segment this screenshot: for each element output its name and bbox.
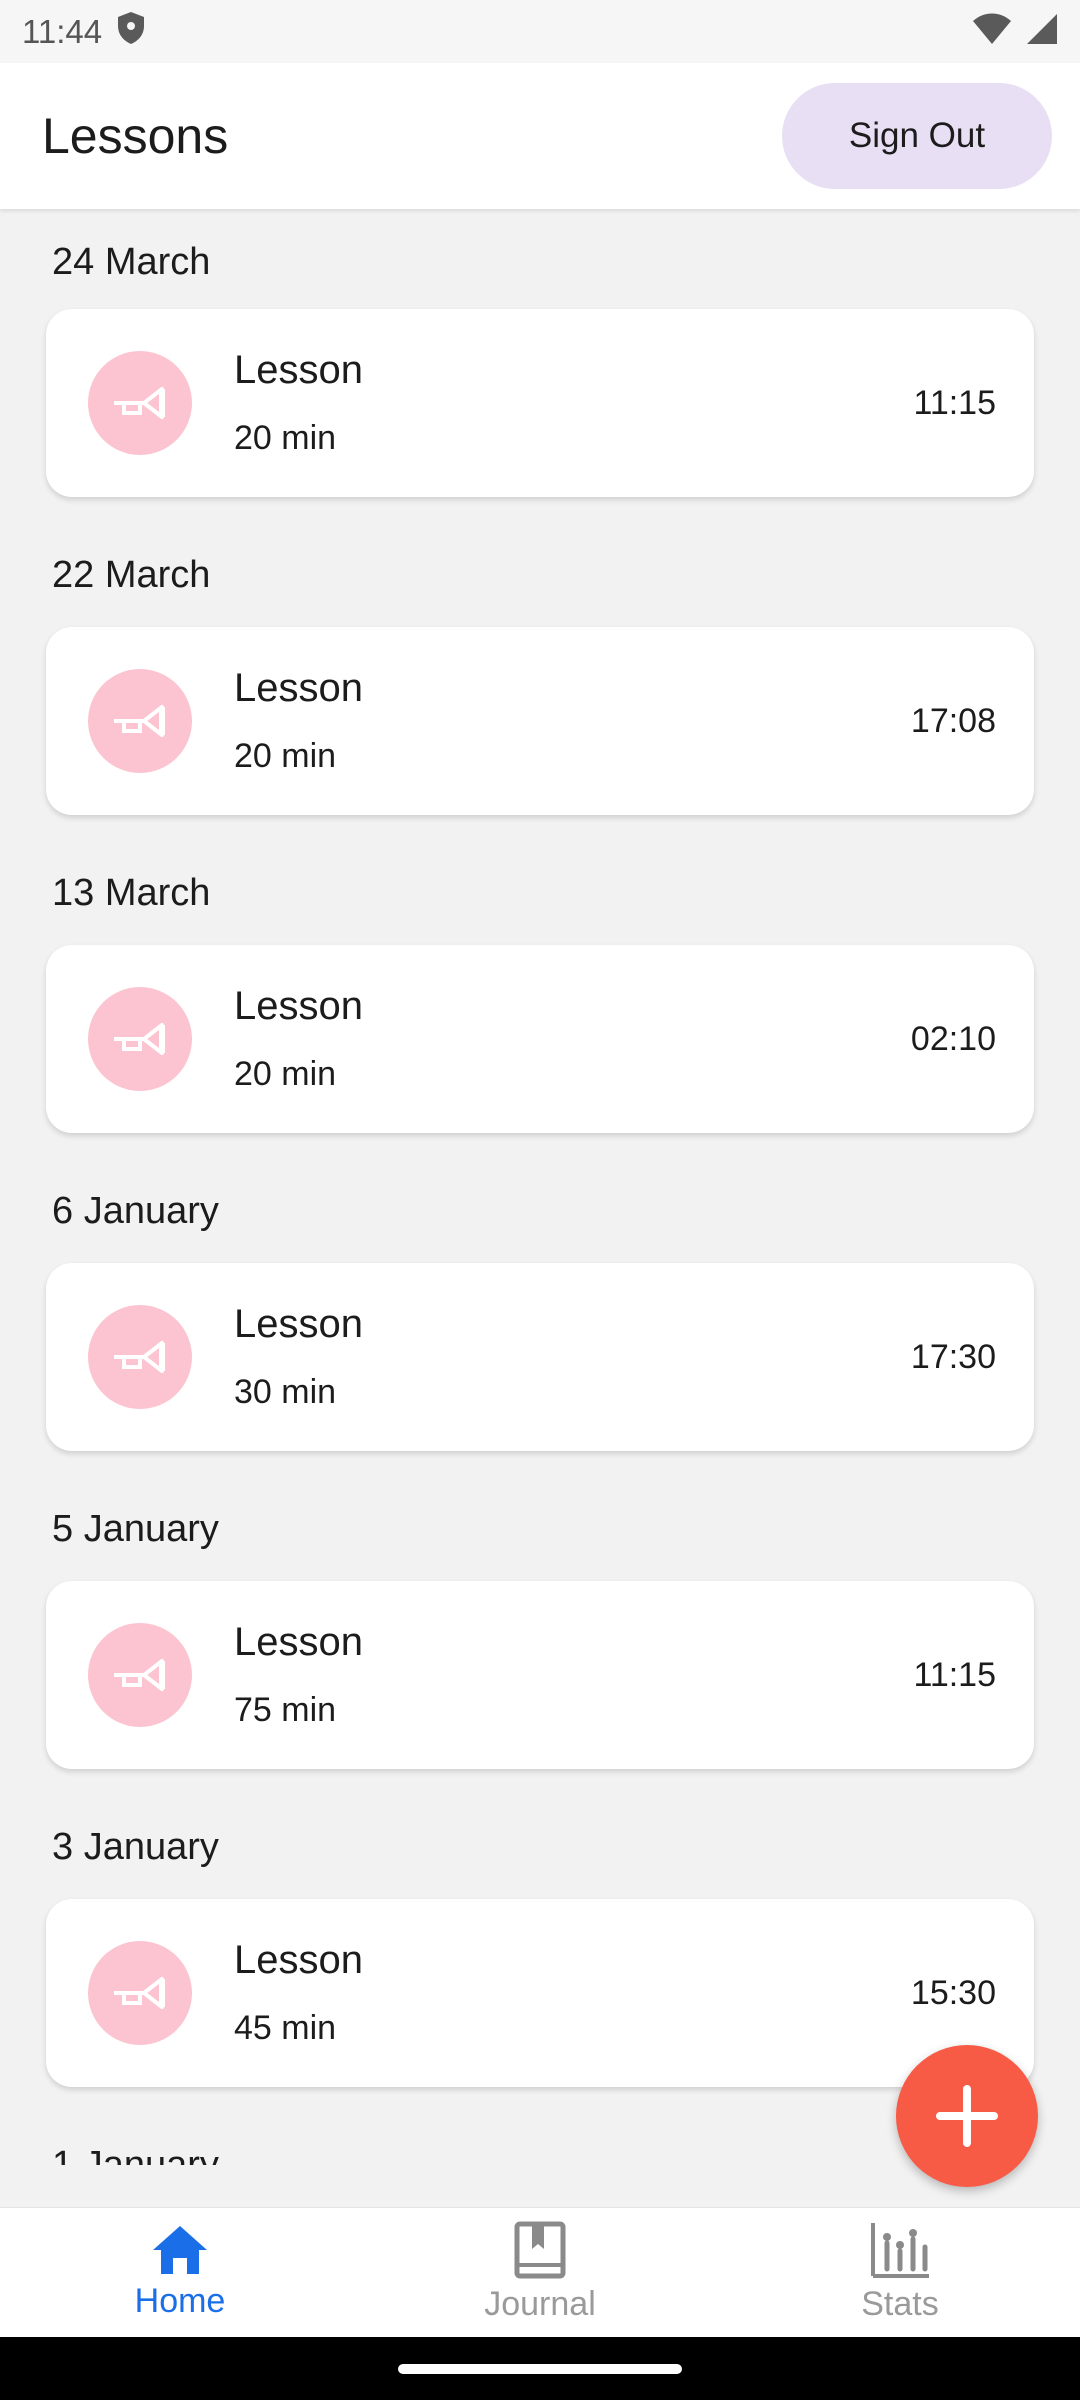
signal-icon	[1026, 13, 1058, 50]
lesson-time: 17:08	[910, 701, 996, 740]
lesson-card[interactable]: Lesson 75 min 11:15	[46, 1581, 1034, 1769]
lesson-duration: 75 min	[234, 1691, 337, 1729]
nav-label-stats: Stats	[861, 2285, 939, 2323]
lesson-time: 11:15	[913, 1655, 996, 1694]
top-app-bar: Lessons Sign Out	[0, 63, 1080, 209]
trumpet-icon	[88, 987, 192, 1091]
lesson-duration: 30 min	[234, 1373, 337, 1411]
nav-label-journal: Journal	[484, 2285, 596, 2323]
bar-stats-icon	[871, 2223, 929, 2278]
lesson-card[interactable]: Lesson 20 min 11:15	[46, 309, 1034, 497]
trumpet-icon	[88, 351, 192, 455]
lesson-name: Lesson	[234, 1620, 363, 1664]
lesson-card[interactable]: Lesson 45 min 15:30	[46, 1899, 1034, 2087]
date-header: 1 January	[52, 2144, 219, 2165]
book-icon	[514, 2221, 566, 2279]
add-lesson-button[interactable]	[896, 2045, 1038, 2187]
nav-stats[interactable]: Stats	[720, 2208, 1080, 2337]
lesson-card[interactable]: Lesson 30 min 17:30	[46, 1263, 1034, 1451]
lesson-name: Lesson	[234, 1938, 363, 1982]
lesson-time: 02:10	[910, 1019, 996, 1058]
trumpet-icon	[88, 1623, 192, 1727]
lesson-time: 11:15	[913, 383, 996, 422]
lessons-screen: 11:44 Lessons Sign Out 24 March Lesson 2…	[0, 0, 1080, 2400]
lesson-duration: 20 min	[234, 419, 337, 457]
lesson-time: 17:30	[910, 1337, 996, 1376]
lesson-time: 15:30	[910, 1973, 996, 2012]
plus-icon	[936, 2085, 998, 2147]
trumpet-icon	[88, 669, 192, 773]
lesson-duration: 20 min	[234, 737, 337, 775]
status-bar: 11:44	[0, 0, 1080, 63]
date-header: 24 March	[52, 241, 211, 283]
trumpet-icon	[88, 1941, 192, 2045]
wifi-icon	[972, 13, 1012, 50]
nav-label-home: Home	[134, 2282, 226, 2320]
date-header: 6 January	[52, 1190, 219, 1232]
lesson-duration: 20 min	[234, 1055, 337, 1093]
status-time: 11:44	[22, 12, 103, 50]
lesson-name: Lesson	[234, 984, 363, 1028]
nav-journal[interactable]: Journal	[360, 2208, 720, 2337]
trumpet-icon	[88, 1305, 192, 1409]
date-header: 3 January	[52, 1826, 219, 1868]
date-header: 13 March	[52, 872, 211, 914]
home-gesture-handle[interactable]	[398, 2363, 682, 2374]
shield-icon	[116, 11, 146, 53]
system-navigation-bar	[0, 2337, 1080, 2400]
lesson-duration: 45 min	[234, 2009, 337, 2047]
nav-home[interactable]: Home	[0, 2208, 360, 2337]
date-header: 22 March	[52, 554, 211, 596]
lesson-name: Lesson	[234, 666, 363, 710]
bottom-navigation: Home Journal Stats	[0, 2207, 1080, 2337]
lesson-list[interactable]: 24 March Lesson 20 min 11:15 22 March Le…	[0, 209, 1080, 2165]
lesson-name: Lesson	[234, 1302, 363, 1346]
home-icon	[153, 2226, 207, 2274]
lesson-card[interactable]: Lesson 20 min 02:10	[46, 945, 1034, 1133]
lesson-card[interactable]: Lesson 20 min 17:08	[46, 627, 1034, 815]
page-title: Lessons	[42, 108, 229, 164]
date-header: 5 January	[52, 1508, 219, 1550]
lesson-name: Lesson	[234, 348, 363, 392]
sign-out-button[interactable]: Sign Out	[782, 83, 1052, 189]
